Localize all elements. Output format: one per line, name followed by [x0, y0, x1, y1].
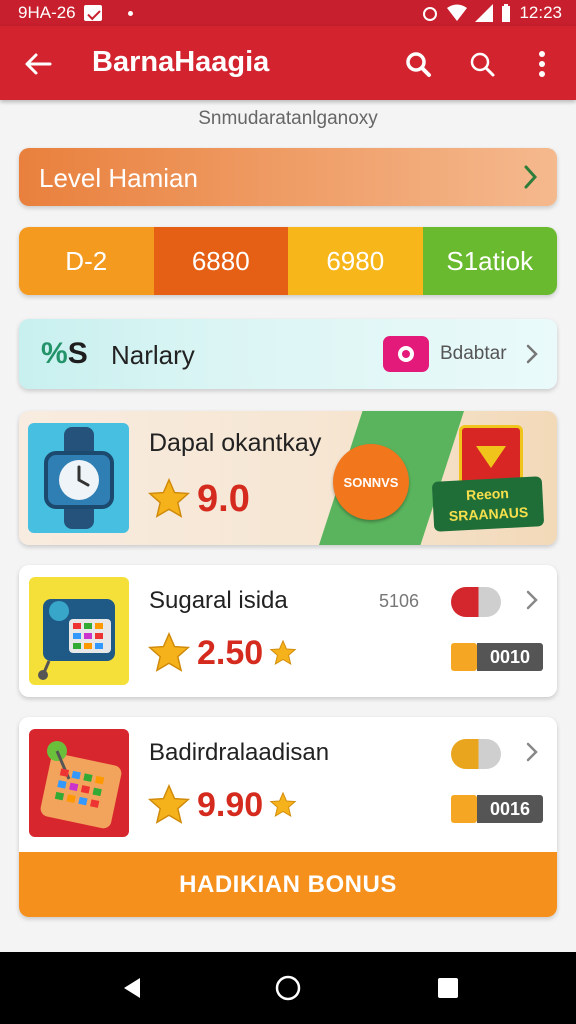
- search-outline-icon: [470, 52, 495, 77]
- cash-register-icon: [38, 599, 115, 680]
- battery-icon: [502, 4, 511, 22]
- stat-value: D-2: [65, 245, 108, 276]
- level-card[interactable]: Level Hamian: [19, 148, 557, 206]
- product-name: Badirdralaadisan: [149, 739, 330, 766]
- navigation-bar: [0, 952, 576, 1024]
- promo-circle-text: SONNVS: [343, 474, 399, 490]
- page-subtitle: Snmudaratanlganoxy: [198, 108, 378, 129]
- overflow-menu-button[interactable]: [522, 44, 562, 84]
- notification-icon: [83, 5, 102, 21]
- stat-value: S1atiok: [446, 245, 534, 276]
- star-icon: [147, 631, 191, 672]
- watch-icon: [44, 427, 114, 529]
- chevron-right-icon: [526, 742, 538, 762]
- calculator-thumbnail: [29, 729, 129, 837]
- product-rating-value: 9.90: [197, 785, 264, 824]
- arrow-left-icon: [25, 53, 52, 75]
- app-title: BarnaHaagia: [92, 46, 270, 78]
- salary-badge-label: Bdabtar: [440, 343, 507, 364]
- level-label: Level Hamian: [39, 163, 198, 193]
- search-button[interactable]: [398, 44, 438, 84]
- gift-text-bottom: SRAANAUS: [448, 503, 529, 525]
- small-star-icon: [269, 791, 297, 818]
- circle-home-icon: [275, 975, 301, 1001]
- product-card[interactable]: Sugaral isida 5106 2.50 0010: [19, 565, 557, 697]
- star-icon: [147, 783, 191, 824]
- small-star-icon: [269, 639, 297, 666]
- stat-segment[interactable]: 6880: [153, 227, 288, 295]
- stats-strip: D-2 6880 6980 S1atiok: [19, 227, 557, 295]
- back-button[interactable]: [18, 44, 58, 84]
- promo-title: Dapal okantkay: [149, 429, 322, 457]
- nav-home-button[interactable]: [268, 970, 308, 1006]
- status-left-text: 9HA-26: [18, 3, 76, 22]
- watch-thumbnail: [28, 423, 129, 533]
- calculator-icon: [40, 741, 122, 829]
- product-name: Sugaral isida: [149, 587, 288, 614]
- nav-recents-button[interactable]: [428, 970, 468, 1006]
- stat-segment[interactable]: D-2: [19, 227, 154, 295]
- stat-segment[interactable]: S1atiok: [422, 227, 557, 295]
- salary-card[interactable]: %S Narlary Bdabtar: [19, 319, 557, 389]
- search-alt-button[interactable]: [462, 44, 502, 84]
- notification-dot-icon: [127, 10, 133, 16]
- status-bar: 9HA-26 12:23: [0, 0, 576, 26]
- wifi-icon: [447, 4, 468, 21]
- salary-name: Narlary: [111, 340, 195, 370]
- chevron-right-icon: [524, 165, 538, 189]
- signal-icon: [475, 4, 494, 22]
- coin-pill-icon[interactable]: [451, 739, 501, 769]
- app-bar: BarnaHaagia: [0, 26, 576, 100]
- bonus-button[interactable]: HADIKIAN BONUS: [19, 852, 557, 917]
- promo-card[interactable]: Dapal okantkay 9.0 SONNVS Reeon SRAANAUS: [19, 411, 557, 545]
- product-counter[interactable]: 0010: [451, 643, 543, 671]
- counter-coin-icon: [451, 643, 477, 671]
- badge-icon: [383, 336, 429, 372]
- more-vertical-icon: [539, 51, 545, 77]
- chevron-right-icon: [526, 590, 538, 610]
- product-rating: 9.90: [147, 783, 297, 827]
- stat-value: 6880: [191, 245, 250, 276]
- status-time: 12:23: [519, 3, 562, 22]
- product-rating-value: 2.50: [197, 633, 264, 672]
- percent-symbol: %: [41, 337, 68, 370]
- square-recents-icon: [438, 978, 458, 998]
- product-counter[interactable]: 0016: [451, 795, 543, 823]
- salary-prefix-letter: S: [67, 337, 88, 370]
- chevron-right-icon: [526, 344, 538, 364]
- counter-value: 0016: [477, 795, 543, 823]
- promo-rating: 9.0: [147, 477, 250, 521]
- salary-prefix: %S: [41, 337, 88, 371]
- search-icon: [406, 52, 431, 77]
- promo-bonus-badge[interactable]: SONNVS: [333, 444, 409, 520]
- product-card[interactable]: Badirdralaadisan 9.90 0016 HADIKIAN BONU…: [19, 717, 557, 917]
- nav-back-button[interactable]: [112, 970, 152, 1006]
- triangle-back-icon: [124, 978, 140, 998]
- product-rating: 2.50: [147, 631, 297, 675]
- stat-segment[interactable]: 6980: [288, 227, 423, 295]
- toggle-pill-icon[interactable]: [451, 587, 501, 617]
- cash-register-thumbnail: [29, 577, 129, 685]
- alarm-icon: [423, 7, 438, 21]
- promo-gift-label: Reeon SRAANAUS: [431, 476, 545, 532]
- product-meta: 5106: [379, 591, 420, 611]
- counter-coin-icon: [451, 795, 477, 823]
- star-icon: [147, 477, 191, 518]
- promo-rating-value: 9.0: [197, 477, 250, 520]
- counter-value: 0010: [477, 643, 543, 671]
- stat-value: 6980: [326, 245, 385, 276]
